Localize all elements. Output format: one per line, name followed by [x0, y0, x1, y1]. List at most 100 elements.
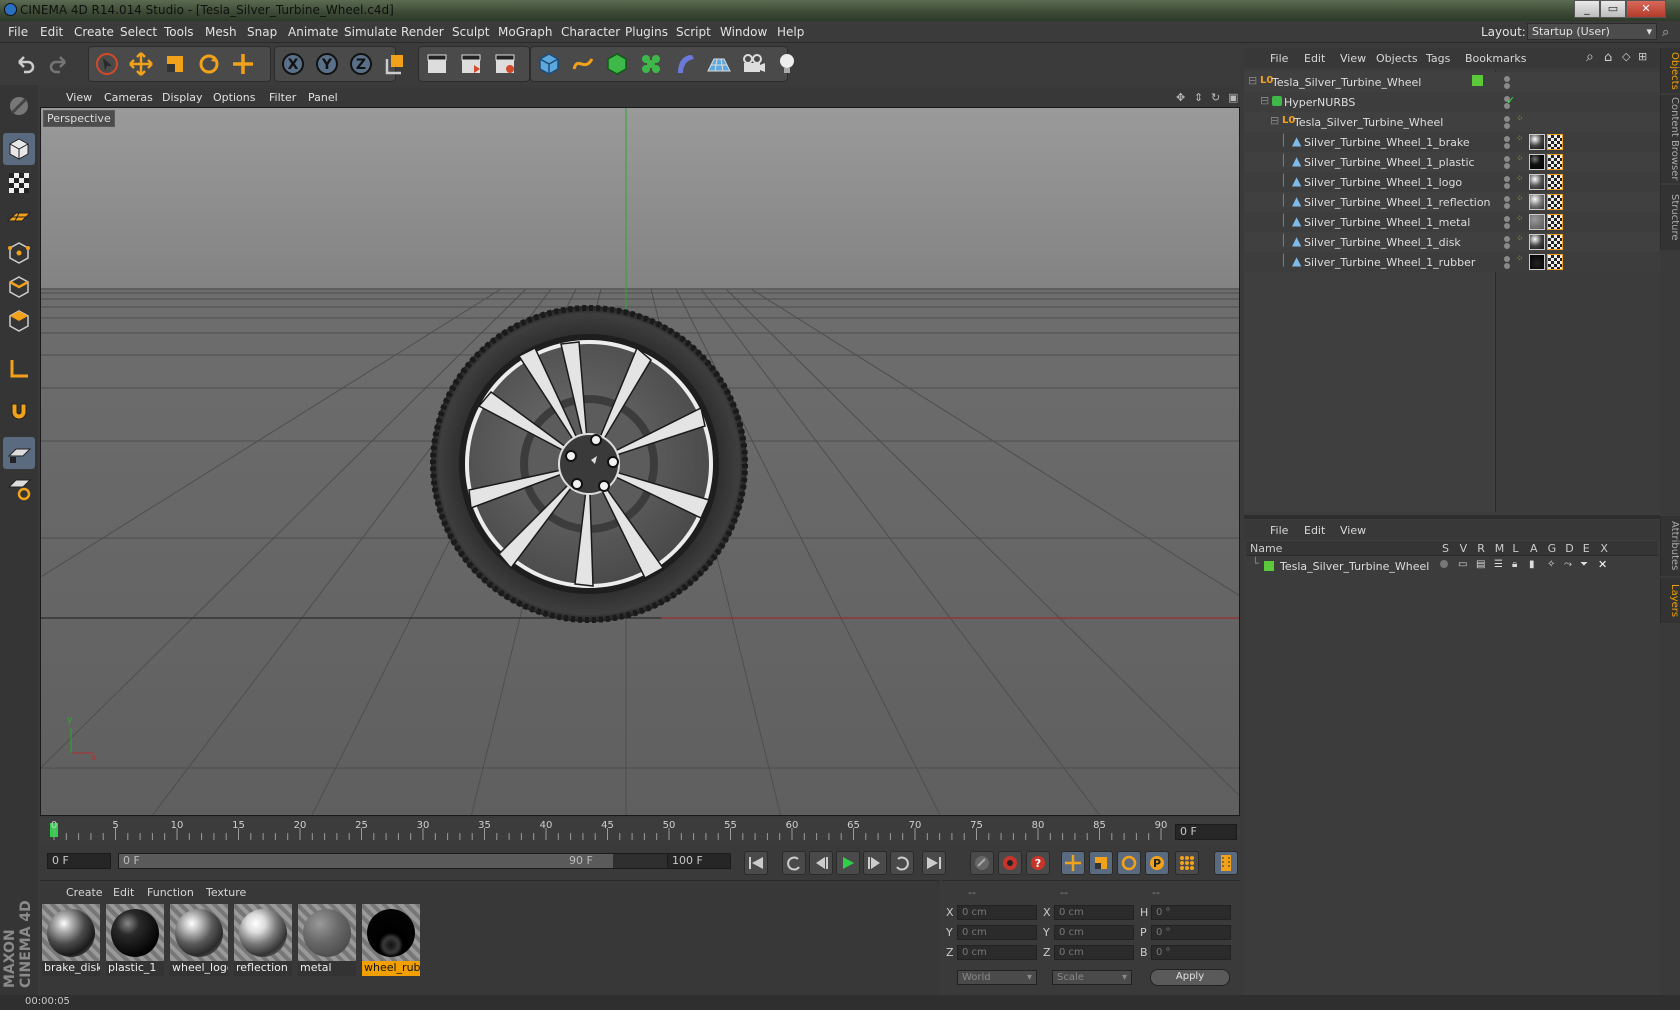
menu-window[interactable]: Window	[720, 25, 767, 39]
panel-divider[interactable]	[1244, 515, 1660, 519]
environment-button[interactable]	[704, 49, 734, 79]
move-tool-button[interactable]	[126, 49, 156, 79]
layer-row[interactable]: └ Tesla_Silver_Turbine_Wheel ▭ ▤ ☰ 🔒︎ ▮ …	[1246, 557, 1658, 575]
texture-mode-button[interactable]	[3, 167, 35, 199]
search-icon[interactable]: ⌕	[1586, 49, 1594, 65]
material-swatch[interactable]: plastic_1	[106, 904, 164, 976]
editor-visibility-dot[interactable]	[1504, 216, 1510, 222]
layer-generators-icon[interactable]: ✧	[1547, 559, 1555, 570]
render-visibility-dot[interactable]	[1504, 123, 1510, 129]
menu-mograph[interactable]: MoGraph	[498, 25, 553, 39]
object-tree-row[interactable]: │ ▲ Silver_Turbine_Wheel_1_plastic ⁘	[1244, 152, 1660, 172]
vp-menu-filter[interactable]: Filter	[269, 91, 296, 104]
object-tree-row[interactable]: │ ▲ Silver_Turbine_Wheel_1_rubber ⁘	[1244, 252, 1660, 272]
tab-content-browser[interactable]: Content Browser	[1660, 95, 1680, 183]
checkmark-icon[interactable]: ✓	[1506, 94, 1515, 107]
coord-pos-field[interactable]: 0 cm	[957, 945, 1037, 960]
obj-menu-view[interactable]: View	[1340, 52, 1366, 65]
axis-mode-button[interactable]	[3, 353, 35, 385]
layer-deformers-icon[interactable]: ⤳	[1564, 559, 1572, 570]
coord-size-field[interactable]: 0 cm	[1054, 945, 1134, 960]
coord-space-select[interactable]: World ▾	[957, 970, 1037, 985]
render-visibility-dot[interactable]	[1504, 223, 1510, 229]
go-to-end-button[interactable]	[922, 851, 946, 875]
record-keys-button[interactable]	[970, 851, 994, 875]
render-visibility-dot[interactable]	[1504, 203, 1510, 209]
editor-visibility-dot[interactable]	[1504, 116, 1510, 122]
tree-collapse-icon[interactable]: ⊟	[1270, 114, 1279, 127]
start-frame-field[interactable]: 0 F	[47, 853, 111, 869]
rotate-tool-button[interactable]	[194, 49, 224, 79]
layer-column-header-x[interactable]: X	[1600, 542, 1608, 555]
object-tree-row[interactable]: ⊟ L0 Tesla_Silver_Turbine_Wheel	[1244, 72, 1660, 92]
timeline-ruler[interactable]: 0 5 10 15 20 25 30 35 40 45 50 55 60 65 70 75 80 85 90 0 F	[40, 818, 1240, 844]
end-frame-field[interactable]: 100 F	[667, 853, 731, 869]
vp-maximize-icon[interactable]: ▣	[1228, 91, 1238, 104]
material-tag[interactable]	[1529, 174, 1545, 190]
coord-pos-field[interactable]: 0 cm	[957, 925, 1037, 940]
mat-menu-function[interactable]: Function	[147, 886, 194, 899]
coord-scale-select[interactable]: Scale ▾	[1052, 970, 1132, 985]
render-view-button[interactable]	[422, 49, 452, 79]
obj-menu-file[interactable]: File	[1270, 52, 1288, 65]
key-pla-button[interactable]	[1175, 851, 1199, 875]
menu-create[interactable]: Create	[74, 25, 114, 39]
render-visibility-dot[interactable]	[1504, 83, 1510, 89]
undo-button[interactable]	[10, 49, 40, 79]
maximize-button[interactable]: ▭	[1600, 0, 1626, 18]
object-tree-row[interactable]: │ ▲ Silver_Turbine_Wheel_1_brake ⁘	[1244, 132, 1660, 152]
render-visibility-dot[interactable]	[1504, 183, 1510, 189]
camera-button[interactable]	[738, 49, 768, 79]
object-tree-row[interactable]: ⊟ HyperNURBS ✓	[1244, 92, 1660, 112]
y-axis-button[interactable]: Y	[312, 49, 342, 79]
tab-attributes[interactable]: Attributes	[1660, 516, 1680, 576]
preview-range-slider[interactable]: 0 F 90 F	[118, 853, 696, 869]
coordinate-system-button[interactable]	[380, 49, 410, 79]
tree-collapse-icon[interactable]: ⊟	[1260, 94, 1269, 107]
scale-tool-button[interactable]	[160, 49, 190, 79]
step-back-button[interactable]	[809, 851, 833, 875]
layer-column-header-r[interactable]: R	[1477, 542, 1485, 555]
render-visibility-dot[interactable]	[1504, 243, 1510, 249]
mat-menu-create[interactable]: Create	[66, 886, 103, 899]
redo-button[interactable]	[44, 49, 74, 79]
material-tag[interactable]	[1529, 234, 1545, 250]
menu-character[interactable]: Character	[561, 25, 620, 39]
editor-visibility-dot[interactable]	[1504, 76, 1510, 82]
uvw-tag-icon[interactable]	[1547, 154, 1563, 170]
editor-visibility-dot[interactable]	[1504, 176, 1510, 182]
obj-menu-edit[interactable]: Edit	[1304, 52, 1325, 65]
close-button[interactable]: ✕	[1626, 0, 1666, 18]
phong-tag-icon[interactable]: ⁘	[1516, 234, 1524, 244]
coord-pos-field[interactable]: 0 cm	[957, 905, 1037, 920]
layer-column-header-a[interactable]: A	[1530, 542, 1538, 555]
render-visibility-dot[interactable]	[1504, 143, 1510, 149]
editor-visibility-dot[interactable]	[1504, 156, 1510, 162]
menu-select[interactable]: Select	[120, 25, 157, 39]
material-tag[interactable]	[1529, 194, 1545, 210]
keyframe-selection-button[interactable]: ?	[1026, 851, 1050, 875]
material-tag[interactable]	[1529, 154, 1545, 170]
coord-rot-field[interactable]: 0 °	[1151, 925, 1231, 940]
points-mode-button[interactable]	[3, 237, 35, 269]
material-swatch[interactable]: reflection	[234, 904, 292, 976]
layer-column-header-g[interactable]: G	[1548, 542, 1557, 555]
render-picture-viewer-button[interactable]	[456, 49, 486, 79]
render-visibility-dot[interactable]	[1504, 163, 1510, 169]
layer-solo-toggle[interactable]	[1440, 560, 1448, 568]
render-visibility-dot[interactable]	[1504, 263, 1510, 269]
new-window-icon[interactable]: ⊞	[1638, 50, 1647, 63]
coord-size-field[interactable]: 0 cm	[1054, 925, 1134, 940]
menu-script[interactable]: Script	[676, 25, 711, 39]
layer-column-header-s[interactable]: S	[1442, 542, 1449, 555]
object-tree-row[interactable]: │ ▲ Silver_Turbine_Wheel_1_disk ⁘	[1244, 232, 1660, 252]
vp-menu-view[interactable]: View	[66, 91, 92, 104]
vp-menu-display[interactable]: Display	[162, 91, 203, 104]
obj-menu-tags[interactable]: Tags	[1426, 52, 1450, 65]
play-button[interactable]	[836, 851, 860, 875]
edges-mode-button[interactable]	[3, 271, 35, 303]
live-selection-button[interactable]	[92, 49, 122, 79]
home-icon[interactable]: ⌂	[1604, 50, 1612, 65]
go-to-start-button[interactable]	[744, 851, 768, 875]
layer-menu-edit[interactable]: Edit	[1304, 524, 1325, 537]
